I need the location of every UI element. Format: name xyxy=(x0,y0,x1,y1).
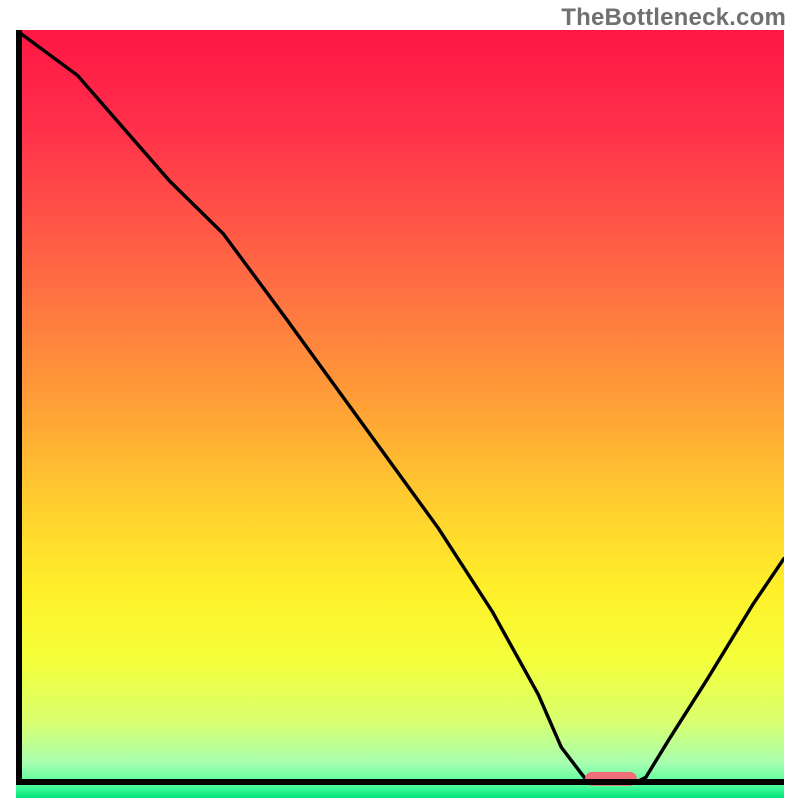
bottleneck-chart: TheBottleneck.com xyxy=(0,0,800,800)
curve-layer xyxy=(16,30,784,785)
plot-area xyxy=(16,30,784,785)
optimal-zone-marker xyxy=(585,772,637,786)
watermark-text: TheBottleneck.com xyxy=(561,4,786,32)
bottleneck-curve xyxy=(16,30,784,785)
